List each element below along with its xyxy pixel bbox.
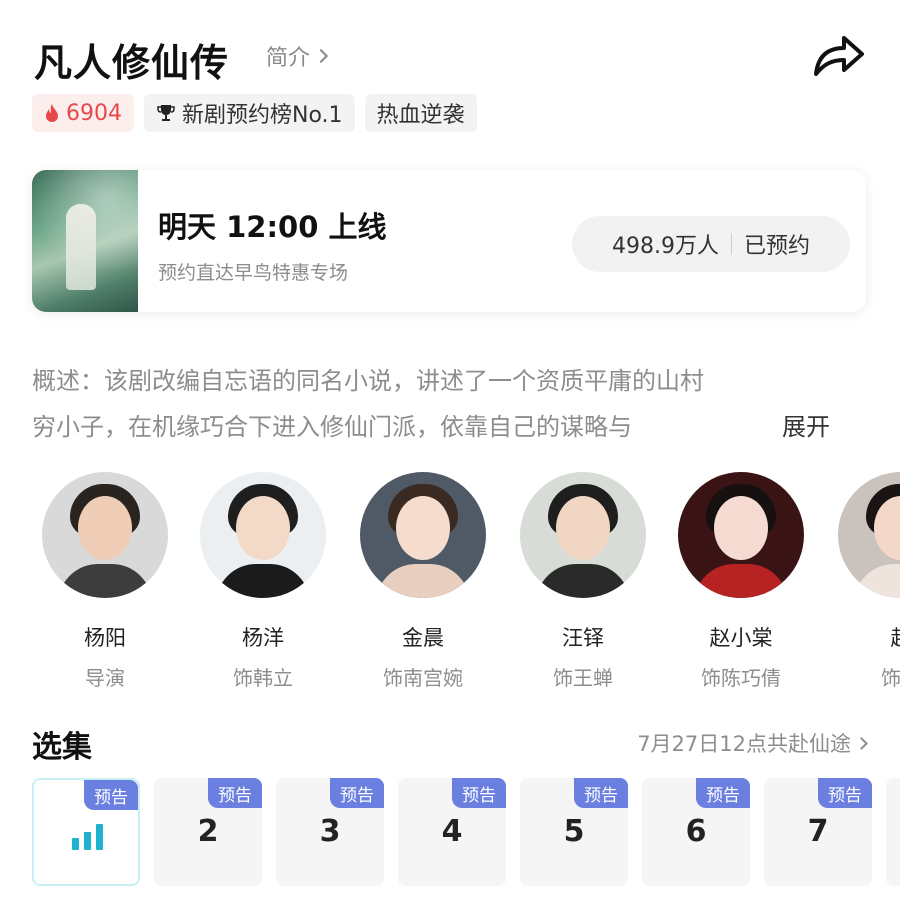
divider (730, 233, 732, 255)
episode-tile-2[interactable]: 2 预告 (154, 778, 262, 886)
update-note: 7月27日12点共赴仙途 (637, 732, 851, 756)
cast-role: 饰陈巧倩 (701, 666, 781, 690)
cast-member[interactable]: 金晨 饰南宫婉 (348, 472, 498, 691)
episode-tile-5[interactable]: 5 预告 (520, 778, 628, 886)
cast-name: 赵小棠 (709, 626, 773, 650)
rank-tag[interactable]: 新剧预约榜No.1 (144, 94, 355, 132)
cast-member[interactable]: 杨阳 导演 (30, 472, 180, 691)
avatar (42, 472, 168, 598)
update-note-link[interactable]: 7月27日12点共赴仙途 (637, 728, 868, 758)
avatar (678, 472, 804, 598)
poster-image (32, 170, 138, 312)
episode-number: 4 (441, 814, 463, 849)
avatar (200, 472, 326, 598)
avatar (520, 472, 646, 598)
cast-member[interactable]: 赵 饰墨 (826, 472, 900, 691)
avatar (838, 472, 900, 598)
expand-button[interactable]: 展开 (782, 404, 830, 450)
preview-badge: 预告 (452, 778, 506, 808)
cast-list: 杨阳 导演 杨洋 饰韩立 金晨 饰南宫婉 汪铎 饰王蝉 赵小棠 饰陈巧倩 饰 (0, 472, 900, 692)
cast-member[interactable]: 杨洋 饰韩立 (188, 472, 338, 691)
chevron-right-icon (313, 48, 329, 64)
overview-line-1: 概述：该剧改编自忘语的同名小说，讲述了一个资质平庸的山村 (32, 367, 704, 395)
preview-badge: 预告 (574, 778, 628, 808)
release-card[interactable]: 明天 12:00 上线 预约直达早鸟特惠专场 498.9万人 已预约 (32, 170, 866, 312)
cast-role: 饰南宫婉 (383, 666, 463, 690)
release-time: 明天 12:00 上线 (158, 210, 387, 244)
overview-line-2: 穷小子，在机缘巧合下进入修仙门派，依靠自己的谋略与 (32, 413, 632, 441)
episode-tile-6[interactable]: 6 预告 (642, 778, 750, 886)
genre-label: 热血逆袭 (376, 103, 465, 128)
share-icon (814, 36, 864, 76)
reserve-button[interactable]: 498.9万人 已预约 (572, 216, 850, 272)
genre-tag[interactable]: 热血逆袭 (364, 94, 477, 132)
reserve-status: 已预约 (743, 234, 810, 259)
episode-list: 预告 2 预告 3 预告 4 预告 5 预告 6 预告 7 预告 (32, 778, 900, 888)
episode-tile-8[interactable] (886, 778, 900, 886)
cast-role: 导演 (85, 666, 125, 690)
preview-badge: 预告 (84, 780, 138, 810)
flame-icon (44, 103, 60, 123)
share-button[interactable] (806, 26, 870, 82)
cast-name: 杨阳 (84, 626, 126, 650)
cast-member[interactable]: 汪铎 饰王蝉 (508, 472, 658, 691)
overview: 概述：该剧改编自忘语的同名小说，讲述了一个资质平庸的山村 穷小子，在机缘巧合下进… (32, 358, 862, 450)
cast-name: 赵 (826, 622, 900, 652)
intro-label: 简介 (266, 46, 311, 71)
tag-row: 6904 新剧预约榜No.1 热血逆袭 (32, 94, 477, 132)
episode-number: 7 (807, 814, 829, 849)
reserve-count: 498.9万人 (612, 234, 719, 259)
episode-number: 6 (685, 814, 707, 849)
header: 凡人修仙传 简介 (34, 26, 870, 85)
episode-tile-1[interactable]: 预告 (32, 778, 140, 886)
trophy-icon (156, 103, 176, 123)
avatar (360, 472, 486, 598)
preview-badge: 预告 (818, 778, 872, 808)
preview-badge: 预告 (696, 778, 750, 808)
episode-number: 3 (319, 814, 341, 849)
episode-tile-3[interactable]: 3 预告 (276, 778, 384, 886)
cast-role: 饰韩立 (233, 666, 293, 690)
chevron-right-icon (855, 736, 868, 750)
release-subtitle: 预约直达早鸟特惠专场 (158, 262, 349, 284)
heat-tag: 6904 (32, 94, 134, 132)
page-title: 凡人修仙传 (34, 41, 230, 85)
episodes-title: 选集 (32, 730, 92, 765)
rank-label: 新剧预约榜No.1 (182, 103, 343, 128)
cast-name: 汪铎 (562, 626, 604, 650)
episode-tile-4[interactable]: 4 预告 (398, 778, 506, 886)
cast-name: 杨洋 (242, 626, 284, 650)
episode-number: 5 (563, 814, 585, 849)
cast-name: 金晨 (402, 626, 444, 650)
preview-badge: 预告 (208, 778, 262, 808)
cast-role: 饰王蝉 (553, 666, 613, 690)
intro-link[interactable]: 简介 (266, 40, 329, 72)
episodes-header: 选集 7月27日12点共赴仙途 (32, 722, 868, 765)
cast-member[interactable]: 赵小棠 饰陈巧倩 (666, 472, 816, 691)
episode-tile-7[interactable]: 7 预告 (764, 778, 872, 886)
cast-role: 饰墨 (881, 666, 900, 690)
episode-number: 2 (197, 814, 219, 849)
preview-badge: 预告 (330, 778, 384, 808)
heat-value: 6904 (66, 100, 122, 126)
playing-icon (72, 824, 106, 850)
